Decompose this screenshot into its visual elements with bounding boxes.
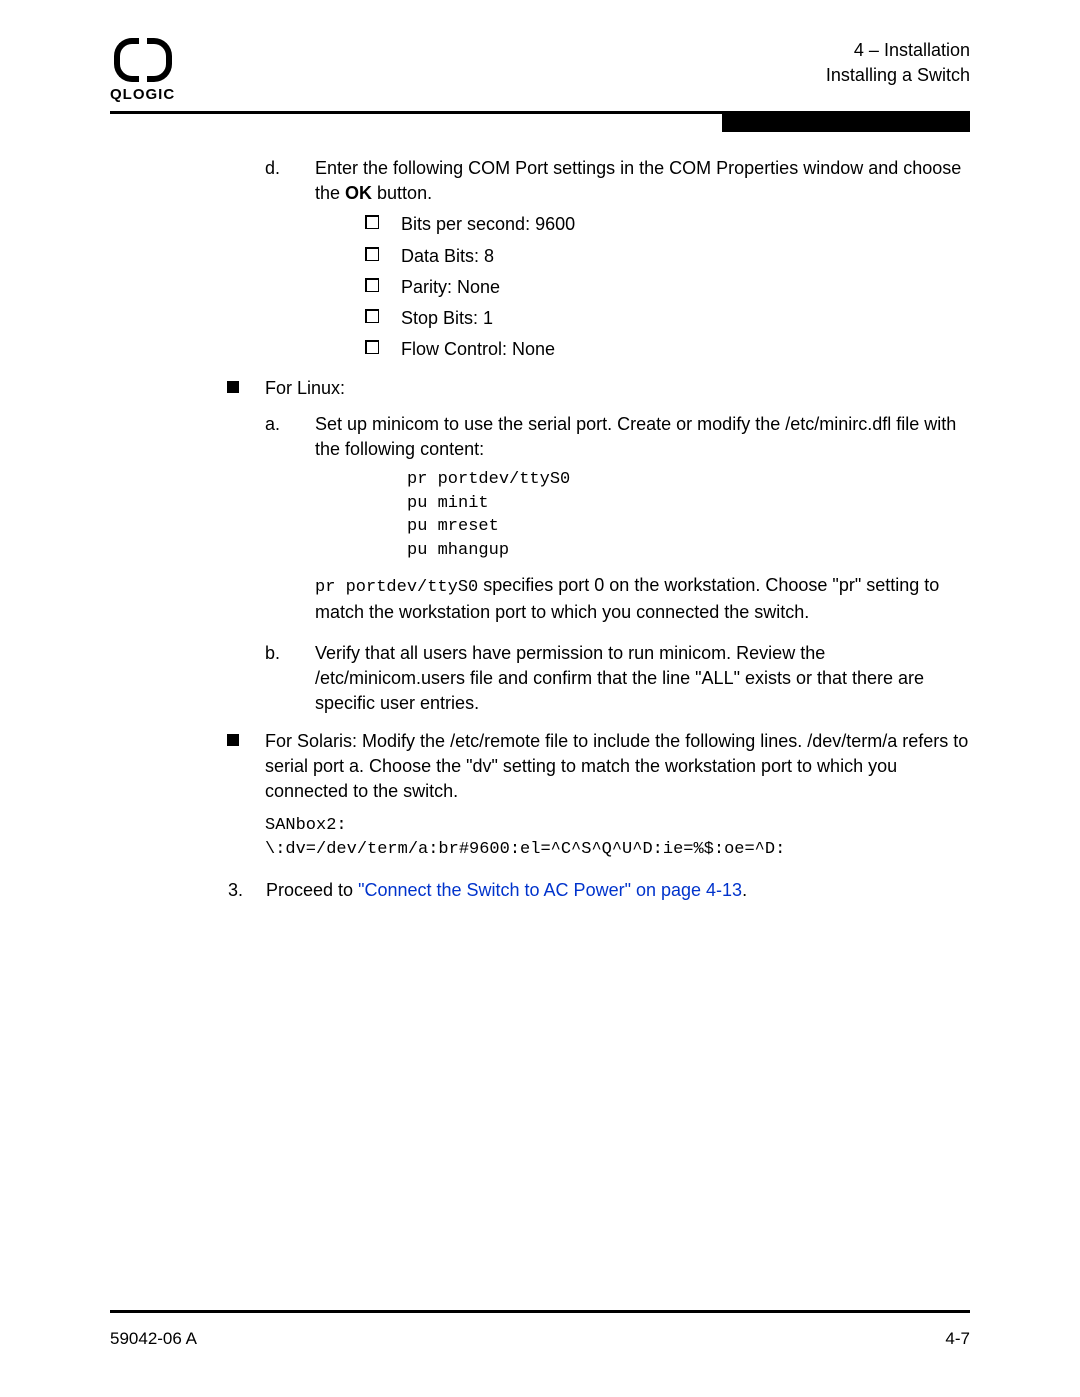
square-bullet-icon bbox=[227, 381, 239, 393]
step-d: d. Enter the following COM Port settings… bbox=[265, 156, 970, 370]
linux-step-a: a. Set up minicom to use the serial port… bbox=[265, 412, 970, 636]
brand-logo: QLOGIC bbox=[110, 38, 175, 105]
logo-icon bbox=[114, 38, 172, 82]
linux-step-b: b. Verify that all users have permission… bbox=[265, 641, 970, 717]
step-d-text-post: button. bbox=[372, 183, 432, 203]
page-content: d. Enter the following COM Port settings… bbox=[265, 156, 970, 872]
square-bullet-icon bbox=[227, 734, 239, 746]
header-rule bbox=[110, 111, 970, 132]
step-3: 3. Proceed to "Connect the Switch to AC … bbox=[228, 878, 970, 903]
chapter-label: 4 – Installation bbox=[826, 38, 970, 63]
linux-title: For Linux: bbox=[265, 376, 970, 401]
setting-flow: Flow Control: None bbox=[401, 337, 555, 362]
setting-databits: Data Bits: 8 bbox=[401, 244, 494, 269]
solaris-text: For Solaris: Modify the /etc/remote file… bbox=[265, 729, 970, 805]
page-number: 4-7 bbox=[945, 1327, 970, 1351]
checkbox-icon bbox=[365, 340, 379, 354]
linux-b-text: Verify that all users have permission to… bbox=[315, 641, 970, 717]
setting-bps: Bits per second: 9600 bbox=[401, 212, 575, 237]
linux-section: For Linux: a. Set up minicom to use the … bbox=[227, 376, 970, 722]
minirc-code: pr portdev/ttyS0 pu minit pu mreset pu m… bbox=[407, 468, 970, 563]
step-label: b. bbox=[265, 641, 315, 717]
header-titles: 4 – Installation Installing a Switch bbox=[826, 38, 970, 88]
step-label: 3. bbox=[228, 878, 266, 903]
step-label: a. bbox=[265, 412, 315, 636]
step3-pre: Proceed to bbox=[266, 880, 358, 900]
page-footer: 59042-06 A 4-7 bbox=[110, 1310, 970, 1351]
checkbox-icon bbox=[365, 247, 379, 261]
header-black-bar bbox=[722, 114, 970, 132]
doc-number: 59042-06 A bbox=[110, 1327, 197, 1351]
cross-ref-link[interactable]: "Connect the Switch to AC Power" on page… bbox=[358, 880, 742, 900]
setting-stopbits: Stop Bits: 1 bbox=[401, 306, 493, 331]
com-settings-list: Bits per second: 9600 Data Bits: 8 Parit… bbox=[365, 212, 970, 362]
ok-button-label: OK bbox=[345, 183, 372, 203]
page-header: QLOGIC 4 – Installation Installing a Swi… bbox=[110, 38, 970, 105]
solaris-section: For Solaris: Modify the /etc/remote file… bbox=[227, 729, 970, 872]
step3-post: . bbox=[742, 880, 747, 900]
linux-a-text: Set up minicom to use the serial port. C… bbox=[315, 412, 970, 462]
setting-parity: Parity: None bbox=[401, 275, 500, 300]
pr-port-mono: pr portdev/ttyS0 bbox=[315, 578, 478, 597]
step-label: d. bbox=[265, 156, 315, 370]
checkbox-icon bbox=[365, 278, 379, 292]
section-label: Installing a Switch bbox=[826, 63, 970, 88]
checkbox-icon bbox=[365, 309, 379, 323]
checkbox-icon bbox=[365, 215, 379, 229]
solaris-code: SANbox2: \:dv=/dev/term/a:br#9600:el=^C^… bbox=[265, 814, 970, 862]
brand-name: QLOGIC bbox=[110, 84, 175, 105]
